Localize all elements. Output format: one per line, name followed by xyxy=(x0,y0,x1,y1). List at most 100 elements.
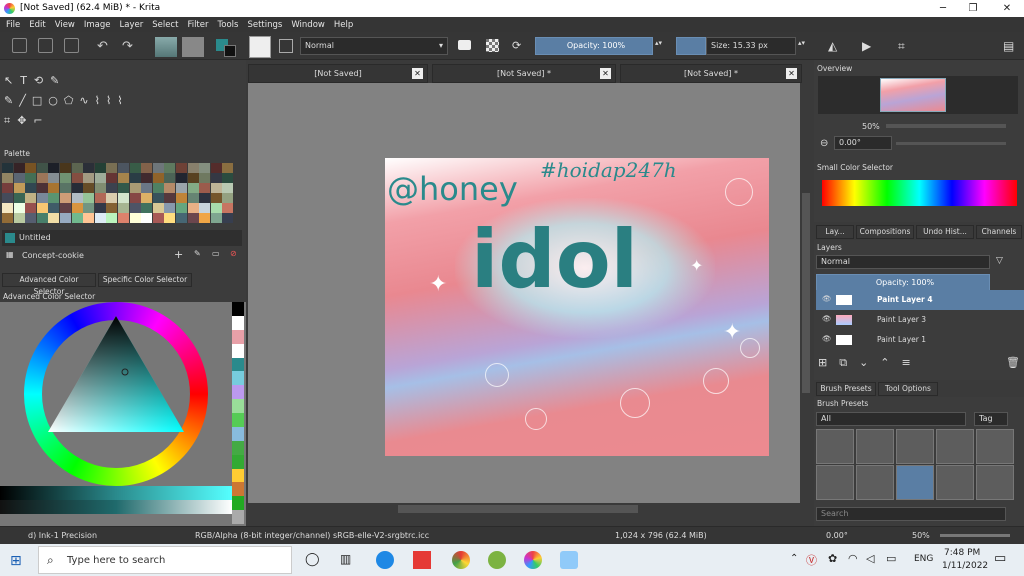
palette-swatch[interactable] xyxy=(141,163,153,173)
tab-specific-color-selector[interactable]: Specific Color Selector xyxy=(98,273,192,287)
palette-swatch[interactable] xyxy=(36,183,48,193)
palette-swatch[interactable] xyxy=(187,163,199,173)
palette-swatch[interactable] xyxy=(48,193,60,203)
artwork[interactable]: @honey #hoidap247h idol ✦ ✦ ✦ xyxy=(385,158,769,456)
recent-color-swatch[interactable] xyxy=(232,440,244,455)
palette-swatch[interactable] xyxy=(117,213,129,223)
palette-swatch[interactable] xyxy=(199,193,211,203)
palette-swatch[interactable] xyxy=(13,213,25,223)
palette-swatch[interactable] xyxy=(175,183,187,193)
menu-tools[interactable]: Tools xyxy=(218,20,239,30)
palette-swatch[interactable] xyxy=(36,173,48,183)
size-slider[interactable]: Size: 15.33 px xyxy=(706,37,796,55)
close-tab-icon[interactable]: ✕ xyxy=(412,68,423,79)
edit-icon[interactable]: ✎ xyxy=(194,249,201,258)
palette-swatch[interactable] xyxy=(48,183,60,193)
palette-swatch[interactable] xyxy=(94,203,106,213)
overview-rotation-slider[interactable] xyxy=(896,142,1006,145)
brush-preset-icon[interactable] xyxy=(249,36,271,58)
palette-swatch[interactable] xyxy=(94,183,106,193)
paint-icon[interactable] xyxy=(560,551,578,569)
palette-swatch[interactable] xyxy=(25,213,37,223)
recent-color-swatch[interactable] xyxy=(232,343,244,358)
brush-preset-selected[interactable] xyxy=(896,465,934,500)
palette-swatch[interactable] xyxy=(13,163,25,173)
layer-row-paint-layer-3[interactable]: 👁 Paint Layer 3 xyxy=(816,310,1024,330)
palette-swatch[interactable] xyxy=(48,213,60,223)
tab-document-3[interactable]: [Not Saved] * ✕ xyxy=(620,64,802,83)
palette-swatch[interactable] xyxy=(222,203,234,213)
windows-start-icon[interactable]: ⊞ xyxy=(10,553,22,569)
palette-swatch[interactable] xyxy=(59,203,71,213)
recent-color-swatch[interactable] xyxy=(232,399,244,413)
palette-swatch[interactable] xyxy=(187,213,199,223)
brush-preset[interactable] xyxy=(936,465,974,500)
canvas-area[interactable]: @honey #hoidap247h idol ✦ ✦ ✦ xyxy=(248,83,800,515)
menu-select[interactable]: Select xyxy=(152,20,178,30)
recent-color-swatch[interactable] xyxy=(232,468,244,483)
zoom-slider[interactable] xyxy=(940,534,1010,537)
palette-swatch[interactable] xyxy=(83,163,95,173)
palette-item-concept-cookie[interactable]: ▦ Concept-cookie + ✎ ▭ ⊘ xyxy=(2,248,242,264)
delete-layer-icon[interactable]: 🗑 xyxy=(1006,356,1020,369)
visibility-eye-icon[interactable]: 👁 xyxy=(822,334,832,343)
palette-swatch[interactable] xyxy=(141,203,153,213)
saturation-triangle[interactable] xyxy=(46,316,186,434)
vertical-scroll-thumb[interactable] xyxy=(802,193,810,393)
palette-swatch[interactable] xyxy=(187,193,199,203)
brush-filter-select[interactable]: All xyxy=(816,412,966,426)
taskbar-search-box[interactable]: ⌕ Type here to search xyxy=(38,546,292,574)
tab-channels[interactable]: Channels xyxy=(976,225,1022,239)
palette-swatch[interactable] xyxy=(59,193,71,203)
palette-swatch[interactable] xyxy=(175,203,187,213)
tab-document-1[interactable]: [Not Saved] ✕ xyxy=(248,64,428,83)
vertical-scrollbar[interactable] xyxy=(800,83,812,526)
palette-swatch[interactable] xyxy=(25,193,37,203)
palette-swatch[interactable] xyxy=(2,203,13,213)
mirror-vertical-icon[interactable]: ▶ xyxy=(862,39,871,53)
palette-swatch[interactable] xyxy=(59,213,71,223)
palette-swatch[interactable] xyxy=(94,163,106,173)
palette-swatch[interactable] xyxy=(175,173,187,183)
palette-swatch[interactable] xyxy=(71,193,83,203)
clock-date[interactable]: 1/11/2022 xyxy=(942,561,988,571)
palette-swatch[interactable] xyxy=(152,193,164,203)
palette-swatch[interactable] xyxy=(187,203,199,213)
recent-color-swatch[interactable] xyxy=(232,510,244,524)
palette-swatch[interactable] xyxy=(59,183,71,193)
volume-icon[interactable]: ◁ xyxy=(866,552,874,565)
brush-preset[interactable] xyxy=(856,429,894,464)
opacity-slider[interactable]: Opacity: 100% xyxy=(535,37,653,55)
palette-swatch[interactable] xyxy=(48,203,60,213)
palette-swatch[interactable] xyxy=(83,213,95,223)
brush-preset[interactable] xyxy=(816,429,854,464)
rotate-icon[interactable]: ⊖ xyxy=(820,138,828,149)
menu-file[interactable]: File xyxy=(6,20,20,30)
background-color-icon[interactable] xyxy=(224,45,236,57)
app-icon[interactable] xyxy=(413,551,431,569)
overview-zoom-slider[interactable] xyxy=(886,124,1006,128)
palette-swatch[interactable] xyxy=(199,203,211,213)
palette-swatch[interactable] xyxy=(71,183,83,193)
brush-preset[interactable] xyxy=(976,465,1014,500)
overview-preview-area[interactable] xyxy=(818,76,1018,114)
palette-swatch[interactable] xyxy=(152,183,164,193)
brush-search-field[interactable]: Search xyxy=(816,507,1006,521)
brush-preset[interactable] xyxy=(856,465,894,500)
palette-swatch[interactable] xyxy=(199,213,211,223)
palette-swatch[interactable] xyxy=(210,173,222,183)
close-tab-icon[interactable]: ✕ xyxy=(786,68,797,79)
palette-swatch[interactable] xyxy=(175,193,187,203)
folder-icon[interactable]: ▭ xyxy=(212,249,220,258)
palette-swatch[interactable] xyxy=(129,203,141,213)
blend-mode-select[interactable]: Normal ▾ xyxy=(300,37,448,55)
tab-advanced-color-selector[interactable]: Advanced Color Selector xyxy=(2,273,96,296)
tab-document-2[interactable]: [Not Saved] * ✕ xyxy=(432,64,616,83)
palette-swatch[interactable] xyxy=(106,163,118,173)
brush-preset[interactable] xyxy=(936,429,974,464)
layer-blend-select[interactable]: Normal xyxy=(816,255,990,269)
palette-swatch[interactable] xyxy=(36,213,48,223)
palette-swatch[interactable] xyxy=(83,173,95,183)
palette-swatch[interactable] xyxy=(106,193,118,203)
overview-rotation-field[interactable]: 0.00° xyxy=(834,136,892,150)
